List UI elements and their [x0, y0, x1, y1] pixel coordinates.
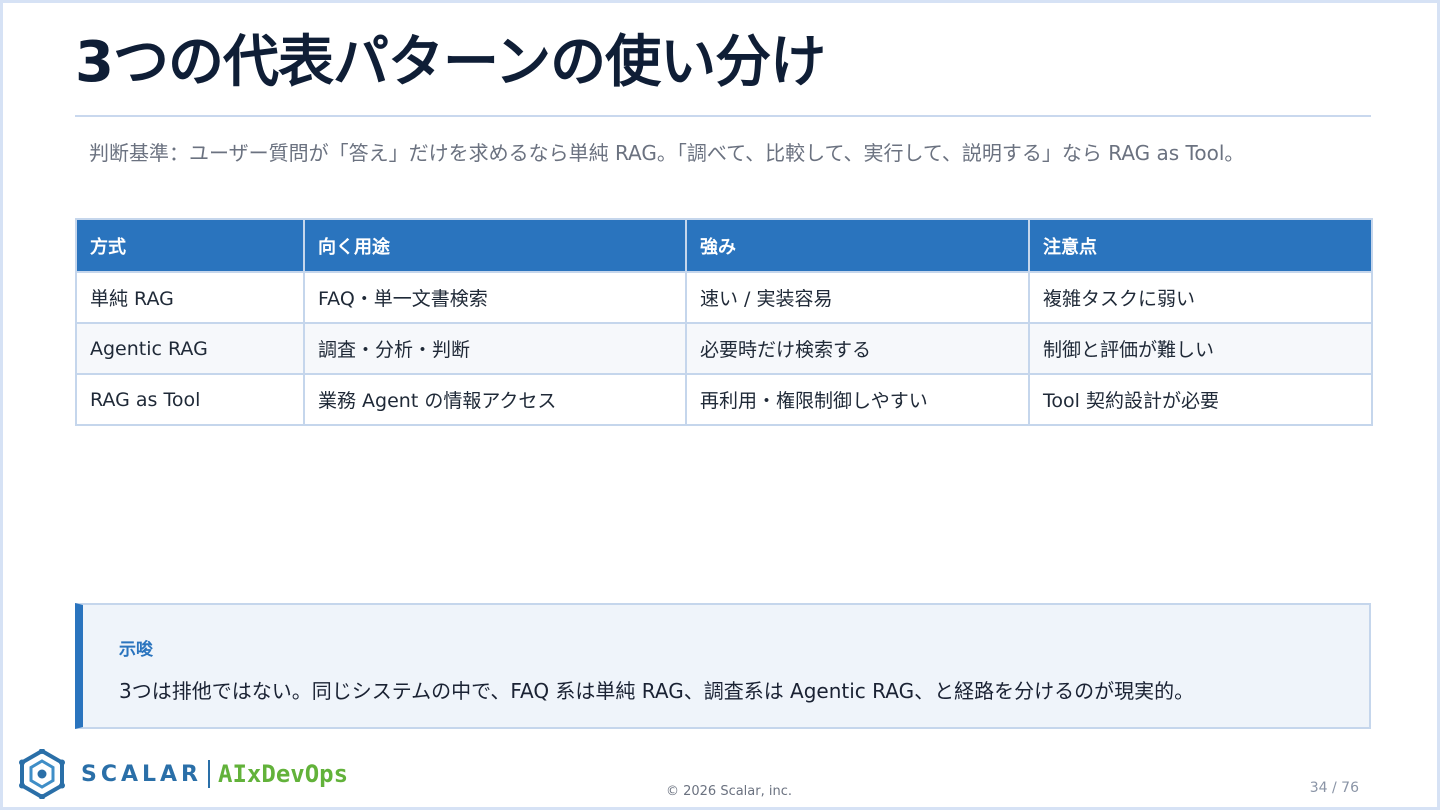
criteria-text: 判断基準：ユーザー質問が「答え」だけを求めるなら単純 RAG。「調べて、比較して…	[89, 141, 1245, 165]
table-cell: 単純 RAG	[75, 271, 305, 324]
table-cell: 速い / 実装容易	[685, 271, 1030, 324]
slide-title: 3つの代表パターンの使い分け	[75, 30, 826, 95]
table-row: 単純 RAG FAQ・単一文書検索 速い / 実装容易 複雑タスクに弱い	[75, 271, 1373, 324]
page-number: 34 / 76	[1309, 780, 1359, 796]
slide: 3つの代表パターンの使い分け 判断基準：ユーザー質問が「答え」だけを求めるなら単…	[0, 0, 1440, 810]
logo-wordmark: SCALAR	[81, 761, 203, 787]
header-strength: 強み	[685, 218, 1030, 273]
header-method: 方式	[75, 218, 305, 273]
table-header-row: 方式 向く用途 強み 注意点	[75, 218, 1373, 273]
table-cell: 複雑タスクに弱い	[1028, 271, 1373, 324]
insight-label: 示唆	[119, 640, 153, 660]
table-cell: FAQ・単一文書検索	[303, 271, 687, 324]
table-row: Agentic RAG 調査・分析・判断 必要時だけ検索する 制御と評価が難しい	[75, 322, 1373, 375]
table-cell: Agentic RAG	[75, 322, 305, 375]
header-caveat: 注意点	[1028, 218, 1373, 273]
table-row: RAG as Tool 業務 Agent の情報アクセス 再利用・権限制御しやす…	[75, 373, 1373, 426]
copyright-text: © 2026 Scalar, inc.	[665, 784, 793, 799]
title-divider	[75, 115, 1371, 117]
table-cell: 必要時だけ検索する	[685, 322, 1030, 375]
table-cell: 調査・分析・判断	[303, 322, 687, 375]
table-cell: 再利用・権限制御しやすい	[685, 373, 1030, 426]
insight-text: 3つは排他ではない。同じシステムの中で、FAQ 系は単純 RAG、調査系は Ag…	[119, 679, 1195, 703]
table-cell: 業務 Agent の情報アクセス	[303, 373, 687, 426]
table-cell: RAG as Tool	[75, 373, 305, 426]
table-cell: 制御と評価が難しい	[1028, 322, 1373, 375]
header-use-case: 向く用途	[303, 218, 687, 273]
table-cell: Tool 契約設計が必要	[1028, 373, 1373, 426]
comparison-table: 方式 向く用途 強み 注意点 単純 RAG FAQ・単一文書検索 速い / 実装…	[75, 218, 1373, 426]
insight-callout: 示唆 3つは排他ではない。同じシステムの中で、FAQ 系は単純 RAG、調査系は…	[75, 603, 1371, 729]
